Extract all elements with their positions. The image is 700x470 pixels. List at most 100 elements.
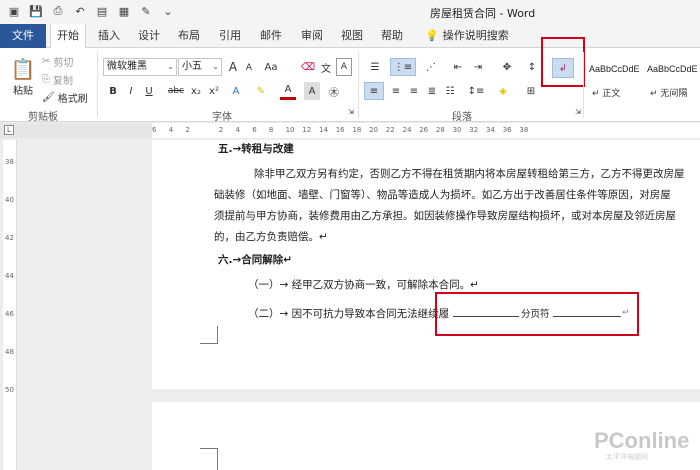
- line-spacing-icon[interactable]: ↕≡: [466, 82, 486, 100]
- customize-icon[interactable]: ⌄: [160, 3, 176, 19]
- lightbulb-icon: 💡: [425, 29, 439, 42]
- quick-access-toolbar: ▣ 💾 ⎙ ↶ ▤ ▦ ✎ ⌄: [6, 3, 176, 19]
- paste-button[interactable]: 粘贴: [10, 82, 36, 97]
- tell-me-search[interactable]: 💡 操作说明搜索: [425, 24, 509, 48]
- style-no-spacing[interactable]: AaBbCcDdE ↵ 无间隔: [644, 54, 700, 100]
- ruler-number: 10: [285, 126, 295, 134]
- divider: [358, 52, 359, 118]
- ruler-number: 44: [5, 272, 14, 280]
- paragraph-line: 的，由乙方负责赔偿。↵: [214, 231, 328, 243]
- ruler-number: 18: [352, 126, 362, 134]
- ruler-number: 28: [435, 126, 445, 134]
- ruler-number: 38: [5, 158, 14, 166]
- superscript-button[interactable]: x²: [206, 82, 222, 100]
- table-icon[interactable]: ▦: [116, 3, 132, 19]
- subscript-button[interactable]: x₂: [188, 82, 204, 100]
- copy-button[interactable]: ⎘ 复制: [42, 72, 73, 87]
- grow-font-button[interactable]: A: [226, 58, 240, 76]
- justify-icon[interactable]: ≣: [424, 82, 440, 100]
- character-shading-icon[interactable]: A: [304, 82, 320, 100]
- phonetic-guide-icon[interactable]: 文: [318, 58, 334, 76]
- tab-help[interactable]: 帮助: [375, 24, 409, 48]
- borders-icon[interactable]: ⊞: [522, 82, 540, 100]
- ruler-number: 22: [385, 126, 395, 134]
- decrease-indent-icon[interactable]: ⇤: [450, 58, 466, 76]
- watermark: PConline: [594, 428, 690, 453]
- numbering-icon[interactable]: ⋮≡: [390, 58, 416, 76]
- watermark-subtitle: 太平洋电脑网: [606, 453, 648, 461]
- document-page[interactable]: 五.→转租与改建 除非甲乙双方另有约定，否则乙方不得在租赁期内将本房屋转租给第三…: [152, 140, 700, 389]
- align-center-icon[interactable]: ≡: [388, 82, 404, 100]
- highlight-box: [435, 292, 639, 336]
- font-color-icon[interactable]: A: [280, 82, 296, 100]
- align-right-icon[interactable]: ≡: [406, 82, 422, 100]
- distributed-icon[interactable]: ☷: [442, 82, 458, 100]
- tab-layout[interactable]: 布局: [172, 24, 206, 48]
- draw-icon[interactable]: ✎: [138, 3, 154, 19]
- app-icon: ▣: [8, 4, 20, 18]
- underline-button[interactable]: U: [142, 82, 156, 100]
- ruler-number: 42: [5, 234, 14, 242]
- horizontal-ruler[interactable]: 6 4 2 2 4 6 8 10 12 14 16 18 20 22 24 26 28 30 32 34 36 38: [152, 123, 700, 138]
- strikethrough-button[interactable]: abc: [166, 82, 186, 100]
- ruler-number: 32: [469, 126, 479, 134]
- paragraph-line: 须提前与甲方协商，装修费用由乙方承担。如因装修操作导致房屋结构损坏，或对本房屋及…: [214, 210, 676, 222]
- bullets-icon[interactable]: ☰: [364, 58, 386, 76]
- divider: [583, 52, 584, 118]
- tab-review[interactable]: 审阅: [295, 24, 329, 48]
- cut-button[interactable]: ✂ 剪切: [42, 54, 73, 69]
- ruler-number: 36: [502, 126, 512, 134]
- vertical-ruler[interactable]: 38 40 42 44 46 48 50: [3, 140, 17, 470]
- tab-insert[interactable]: 插入: [92, 24, 126, 48]
- clear-format-icon[interactable]: ⌫: [300, 58, 316, 76]
- font-size-select[interactable]: 小五 ⌄: [178, 58, 222, 76]
- save-icon[interactable]: 💾: [28, 3, 44, 19]
- bold-button[interactable]: B: [106, 82, 120, 100]
- title-bar: ▣ 💾 ⎙ ↶ ▤ ▦ ✎ ⌄ 房屋租赁合同 - Word: [0, 0, 700, 24]
- shrink-font-button[interactable]: A: [242, 60, 256, 76]
- multilevel-list-icon[interactable]: ⋰: [420, 58, 442, 76]
- chevron-down-icon: ⌄: [212, 62, 219, 71]
- tab-mailings[interactable]: 邮件: [254, 24, 288, 48]
- highlight-icon[interactable]: ✎: [252, 82, 270, 100]
- brush-icon: 🖌: [42, 91, 55, 103]
- tab-design[interactable]: 设计: [132, 24, 166, 48]
- tab-view[interactable]: 视图: [335, 24, 369, 48]
- increase-indent-icon[interactable]: ⇥: [470, 58, 486, 76]
- paragraph-dialog-launcher-icon[interactable]: ⇲: [574, 108, 582, 116]
- format-painter-button[interactable]: 🖌 格式刷: [42, 90, 88, 105]
- paste-icon[interactable]: 📋: [8, 54, 38, 84]
- chinese-layout-icon[interactable]: ✥: [496, 58, 518, 76]
- ruler-number: 40: [5, 196, 14, 204]
- font-name-select[interactable]: 微软雅黑 ⌄: [103, 58, 177, 76]
- chevron-down-icon: ⌄: [167, 62, 174, 71]
- sort-icon[interactable]: ↕: [524, 58, 540, 76]
- tab-selector-icon[interactable]: L: [4, 125, 14, 135]
- group-label-paragraph: 段落: [452, 112, 472, 123]
- change-case-button[interactable]: Aa: [260, 58, 282, 76]
- ruler-number: 38: [519, 126, 529, 134]
- ribbon-tabs: 文件 开始 插入 设计 布局 引用 邮件 审阅 视图 帮助 💡 操作说明搜索: [0, 24, 700, 49]
- style-normal[interactable]: AaBbCcDdE ↵ 正文: [586, 54, 642, 100]
- align-left-icon[interactable]: ≡: [364, 82, 384, 100]
- ruler-number: 30: [452, 126, 462, 134]
- tab-home[interactable]: 开始: [50, 24, 86, 49]
- undo-icon[interactable]: ↶: [72, 3, 88, 19]
- picture-icon[interactable]: ▤: [94, 3, 110, 19]
- paragraph-line: 除非甲乙双方另有约定，否则乙方不得在租赁期内将本房屋转租给第三方，乙方不得更改房…: [254, 168, 685, 180]
- ruler-number: 26: [419, 126, 429, 134]
- crop-mark: [200, 326, 218, 344]
- font-dialog-launcher-icon[interactable]: ⇲: [347, 108, 355, 116]
- list-item: （一）→ 经甲乙双方协商一致，可解除本合同。↵: [248, 279, 479, 291]
- print-preview-icon[interactable]: ⎙: [50, 3, 66, 19]
- ruler-number: 34: [486, 126, 495, 134]
- tab-references[interactable]: 引用: [213, 24, 247, 48]
- tab-file[interactable]: 文件: [0, 24, 46, 48]
- section-heading-partial: 五.→转租与改建: [218, 143, 294, 155]
- text-effects-icon[interactable]: A: [228, 82, 244, 100]
- enclose-characters-icon[interactable]: ㊍: [326, 82, 342, 100]
- window-title: 房屋租赁合同 - Word: [430, 7, 536, 20]
- character-border-icon[interactable]: A: [336, 58, 352, 76]
- italic-button[interactable]: I: [124, 82, 138, 100]
- shading-icon[interactable]: ◈: [494, 82, 512, 100]
